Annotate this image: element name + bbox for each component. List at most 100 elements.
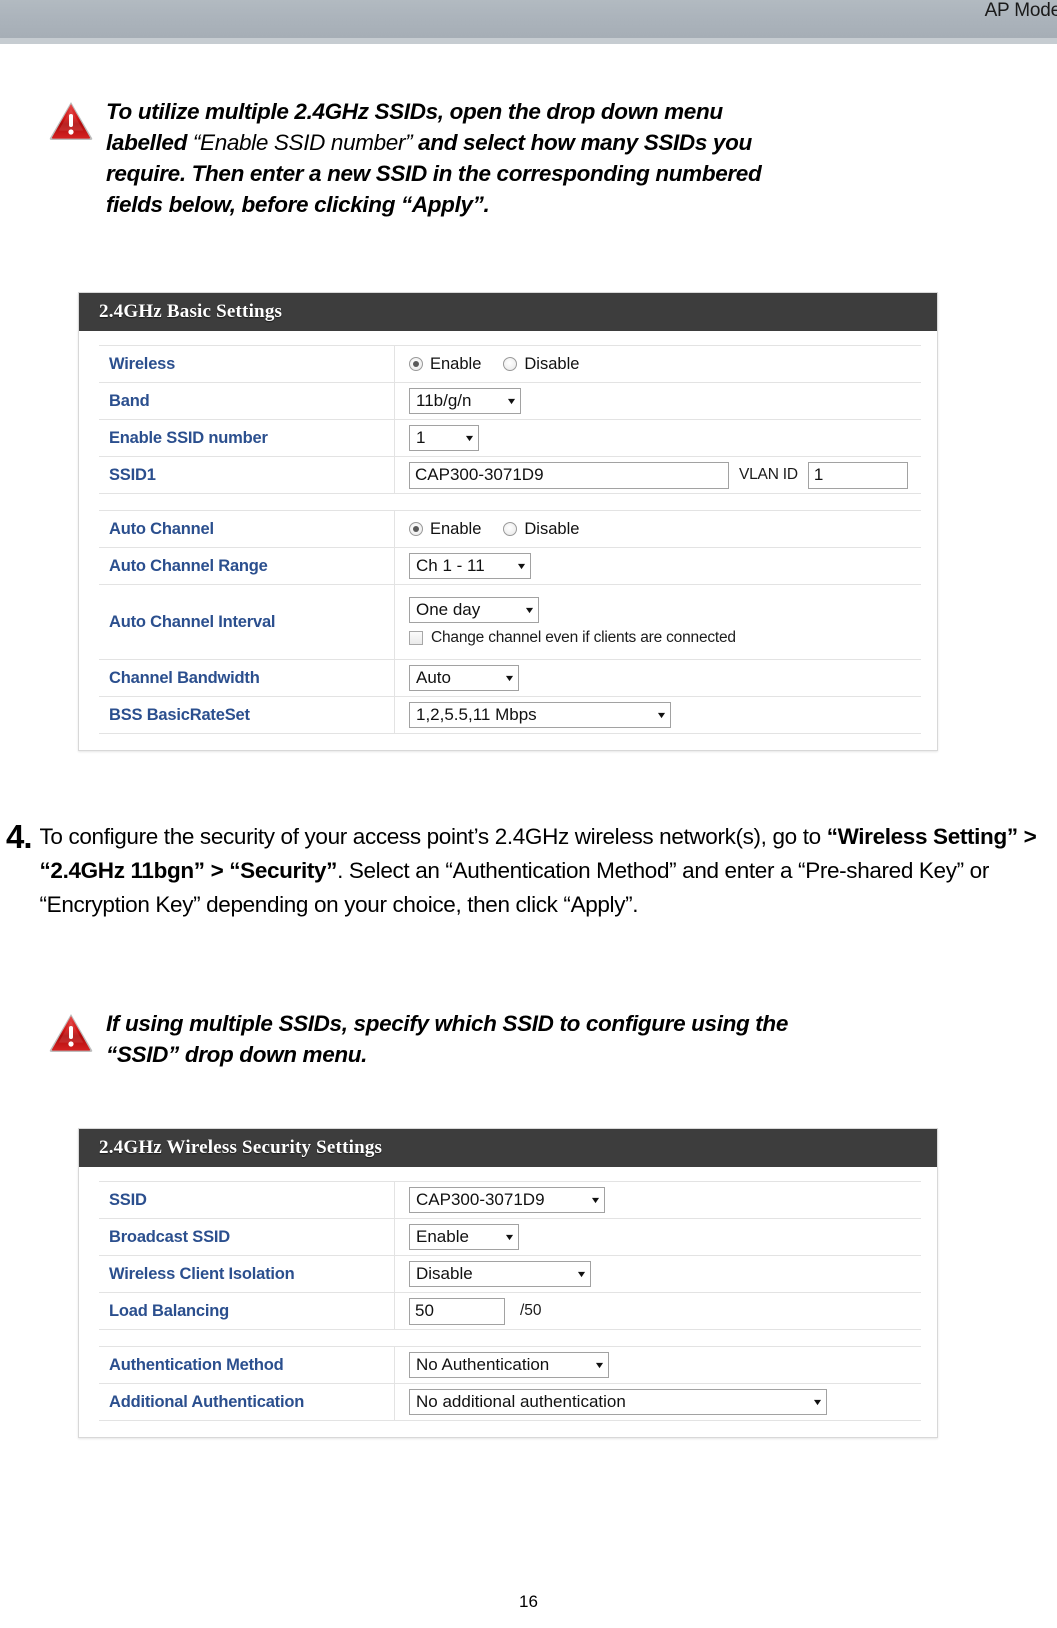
row-label-auto-channel-range: Auto Channel Range (99, 547, 395, 585)
table-row: Band 11b/g/n ▼ (99, 382, 922, 420)
select-broadcast-ssid[interactable]: Enable ▼ (409, 1224, 519, 1250)
note-text-1: To utilize multiple 2.4GHz SSIDs, open t… (106, 96, 762, 220)
input-vlan-id[interactable]: 1 (807, 461, 908, 489)
row-value-ssid1: CAP300-3071D9 VLAN ID 1 (395, 457, 922, 494)
panel-wireless-security-body: SSID CAP300-3071D9 ▼ Broadcast SSID Enab… (79, 1167, 937, 1437)
table-row: Broadcast SSID Enable ▼ (99, 1218, 922, 1256)
chevron-down-icon: ▼ (589, 1195, 602, 1205)
input-ssid1-value: CAP300-3071D9 (415, 465, 544, 484)
radio-auto-channel-disable[interactable]: Disable (503, 520, 579, 539)
warning-triangle-icon (48, 100, 94, 142)
row-value-ssid: CAP300-3071D9 ▼ (395, 1182, 922, 1219)
select-ssid[interactable]: CAP300-3071D9 ▼ (409, 1187, 605, 1213)
row-value-auto-channel-range: Ch 1 - 11 ▼ (395, 548, 922, 585)
row-label-load-balancing: Load Balancing (99, 1292, 395, 1330)
radio-label-disable: Disable (524, 519, 580, 538)
checkbox-change-channel[interactable] (409, 631, 423, 645)
warning-triangle-icon (48, 1012, 94, 1054)
table-row: Load Balancing 50 /50 (99, 1292, 922, 1330)
radio-dot-icon[interactable] (503, 522, 518, 536)
row-value-auto-channel-interval: One day ▼ Change channel even if clients… (395, 585, 922, 660)
step4-text-1: To configure the security of your access… (39, 824, 767, 849)
row-value-channel-bandwidth: Auto ▼ (395, 660, 922, 697)
note-block-2: If using multiple SSIDs, specify which S… (48, 1008, 948, 1070)
note-text-2: If using multiple SSIDs, specify which S… (106, 1008, 788, 1070)
select-bss-basicrateset[interactable]: 1,2,5.5,11 Mbps ▼ (409, 702, 671, 728)
row-value-bss-basicrateset: 1,2,5.5,11 Mbps ▼ (395, 697, 922, 734)
row-label-channel-bandwidth: Channel Bandwidth (99, 659, 395, 697)
panel-wireless-security-title: 2.4GHz Wireless Security Settings (79, 1129, 937, 1167)
select-ssid-value: CAP300-3071D9 (416, 1190, 545, 1209)
note-block-1: To utilize multiple 2.4GHz SSIDs, open t… (48, 96, 948, 220)
step-4-body: To configure the security of your access… (40, 820, 1051, 922)
select-band-value: 11b/g/n (416, 391, 472, 410)
select-additional-authentication-value: No additional authentication (416, 1392, 626, 1411)
row-value-authentication-method: No Authentication ▼ (395, 1347, 922, 1384)
row-label-broadcast-ssid: Broadcast SSID (99, 1218, 395, 1256)
table-row: Authentication Method No Authentication … (99, 1346, 922, 1384)
page-header-title: AP Mode (984, 0, 1057, 21)
step4-text-2: go to (772, 824, 827, 849)
radio-label-disable: Disable (524, 354, 580, 373)
row-value-enable-ssid-number: 1 ▼ (395, 420, 922, 457)
note1-line2-b: and select how many SSIDs you (412, 130, 752, 155)
table-row: Additional Authentication No additional … (99, 1383, 922, 1421)
table-row: Wireless Client Isolation Disable ▼ (99, 1255, 922, 1293)
page-header-band (0, 0, 1057, 38)
radio-dot-icon[interactable] (503, 357, 518, 371)
page-number: 16 (519, 1592, 538, 1611)
radio-dot-icon[interactable] (409, 522, 423, 536)
chevron-down-icon: ▼ (505, 396, 518, 406)
select-auto-channel-range-value: Ch 1 - 11 (416, 556, 485, 575)
security-settings-group-2: Authentication Method No Authentication … (99, 1346, 921, 1421)
panel-basic-settings: 2.4GHz Basic Settings Wireless Enable Di… (78, 292, 938, 751)
note1-line4: fields below, before clicking “Apply”. (106, 192, 490, 217)
radio-dot-icon[interactable] (409, 357, 423, 371)
table-row: Auto Channel Interval One day ▼ Change c… (99, 584, 922, 660)
row-label-wireless: Wireless (99, 345, 395, 383)
radio-label-enable: Enable (430, 519, 482, 538)
radio-wireless-enable[interactable]: Enable (409, 355, 481, 374)
select-wireless-client-isolation[interactable]: Disable ▼ (409, 1261, 591, 1287)
select-additional-authentication[interactable]: No additional authentication ▼ (409, 1389, 827, 1415)
checkbox-change-channel-label: Change channel even if clients are conne… (431, 629, 736, 646)
select-enable-ssid-number[interactable]: 1 ▼ (409, 425, 479, 451)
select-authentication-method[interactable]: No Authentication ▼ (409, 1352, 609, 1378)
note1-line1: To utilize multiple 2.4GHz SSIDs, open t… (106, 99, 723, 124)
table-row: SSID1 CAP300-3071D9 VLAN ID 1 (99, 456, 922, 494)
note1-line3: require. Then enter a new SSID in the co… (106, 161, 762, 186)
radio-wireless-disable[interactable]: Disable (503, 355, 579, 374)
select-channel-bandwidth[interactable]: Auto ▼ (409, 665, 519, 691)
note2-line1: If using multiple SSIDs, specify which S… (106, 1011, 788, 1036)
row-value-band: 11b/g/n ▼ (395, 383, 922, 420)
table-row: SSID CAP300-3071D9 ▼ (99, 1181, 922, 1219)
row-label-auto-channel-interval: Auto Channel Interval (99, 584, 395, 660)
select-broadcast-ssid-value: Enable (416, 1227, 469, 1246)
label-load-balancing-max: /50 (520, 1302, 542, 1319)
table-row: Channel Bandwidth Auto ▼ (99, 659, 922, 697)
chevron-down-icon: ▼ (463, 433, 476, 443)
row-label-bss-basicrateset: BSS BasicRateSet (99, 696, 395, 734)
page-header-band-strip (0, 38, 1057, 44)
panel-wireless-security-settings: 2.4GHz Wireless Security Settings SSID C… (78, 1128, 938, 1438)
row-label-authentication-method: Authentication Method (99, 1346, 395, 1384)
row-value-wireless-client-isolation: Disable ▼ (395, 1256, 922, 1293)
row-value-broadcast-ssid: Enable ▼ (395, 1219, 922, 1256)
row-value-load-balancing: 50 /50 (395, 1293, 922, 1330)
input-load-balancing[interactable]: 50 (409, 1297, 505, 1325)
row-label-enable-ssid-number: Enable SSID number (99, 419, 395, 457)
chevron-down-icon: ▼ (515, 561, 528, 571)
select-band[interactable]: 11b/g/n ▼ (409, 388, 521, 414)
input-ssid1[interactable]: CAP300-3071D9 (409, 461, 729, 489)
row-label-ssid1: SSID1 (99, 456, 395, 494)
chevron-down-icon: ▼ (811, 1397, 824, 1407)
panel-basic-settings-body: Wireless Enable Disable Band 11b/g/n ▼ E… (79, 331, 937, 750)
select-auto-channel-interval[interactable]: One day ▼ (409, 597, 539, 623)
row-value-additional-authentication: No additional authentication ▼ (395, 1384, 922, 1421)
step-4: 4. To configure the security of your acc… (6, 820, 1051, 922)
radio-auto-channel-enable[interactable]: Enable (409, 520, 481, 539)
label-vlan-id: VLAN ID (739, 466, 798, 483)
select-channel-bandwidth-value: Auto (416, 668, 451, 687)
row-label-auto-channel: Auto Channel (99, 510, 395, 548)
select-auto-channel-range[interactable]: Ch 1 - 11 ▼ (409, 553, 531, 579)
